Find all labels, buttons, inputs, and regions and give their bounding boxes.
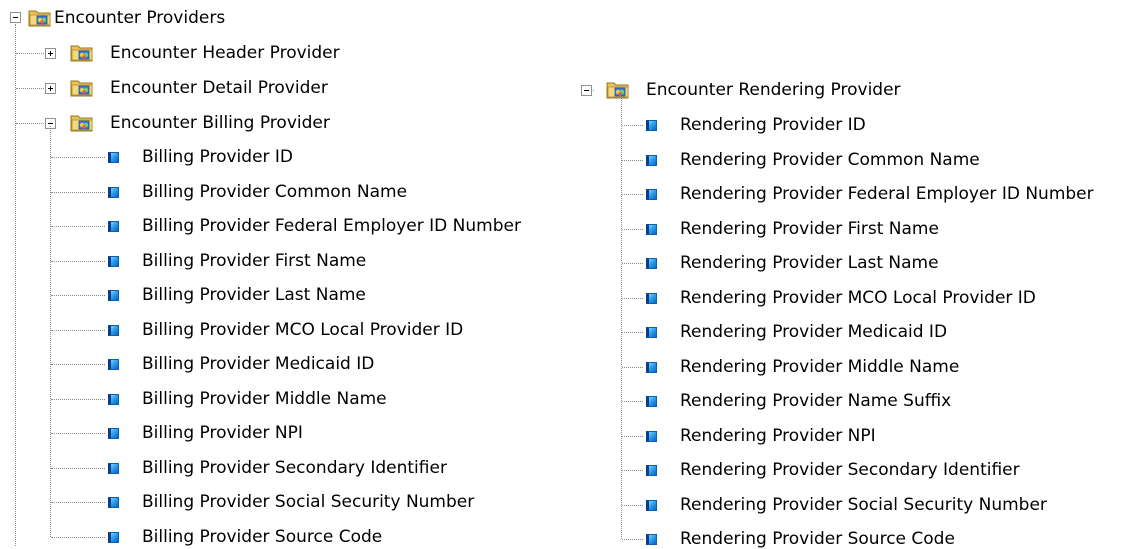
field-icon xyxy=(108,187,119,198)
tree-leaf-billing-7[interactable]: Billing Provider Middle Name xyxy=(142,389,387,409)
field-icon xyxy=(646,327,657,338)
root-expander[interactable] xyxy=(10,12,21,23)
tree-leaf-rendering-7[interactable]: Rendering Provider Middle Name xyxy=(680,357,959,377)
field-icon xyxy=(646,465,657,476)
folder-icon xyxy=(70,78,94,97)
field-icon xyxy=(646,224,657,235)
field-icon xyxy=(108,256,119,267)
field-icon xyxy=(108,359,119,370)
field-icon xyxy=(646,396,657,407)
field-icon xyxy=(108,463,119,474)
field-icon xyxy=(108,428,119,439)
rendering-expander[interactable] xyxy=(581,85,592,96)
tree-leaf-rendering-4[interactable]: Rendering Provider Last Name xyxy=(680,253,939,273)
field-icon xyxy=(108,497,119,508)
field-icon xyxy=(646,431,657,442)
field-icon xyxy=(108,152,119,163)
tree-leaf-rendering-12[interactable]: Rendering Provider Source Code xyxy=(680,529,955,549)
folder-icon xyxy=(28,8,52,27)
tree-leaf-billing-4[interactable]: Billing Provider Last Name xyxy=(142,285,366,305)
field-icon xyxy=(646,258,657,269)
tree-node-encounter-providers[interactable]: Encounter Providers xyxy=(54,8,225,28)
tree-leaf-billing-2[interactable]: Billing Provider Federal Employer ID Num… xyxy=(142,216,521,236)
field-icon xyxy=(108,325,119,336)
folder-icon xyxy=(606,80,630,99)
expander-1[interactable] xyxy=(45,83,56,94)
tree-leaf-rendering-1[interactable]: Rendering Provider Common Name xyxy=(680,150,980,170)
tree-leaf-billing-0[interactable]: Billing Provider ID xyxy=(142,147,293,167)
tree-node-encounter-rendering-provider[interactable]: Encounter Rendering Provider xyxy=(646,80,901,100)
tree-leaf-rendering-10[interactable]: Rendering Provider Secondary Identifier xyxy=(680,460,1020,480)
field-icon xyxy=(646,155,657,166)
field-icon xyxy=(108,532,119,543)
tree-node-encounter-header-provider[interactable]: Encounter Header Provider xyxy=(110,43,340,63)
field-icon xyxy=(646,362,657,373)
tree-leaf-billing-9[interactable]: Billing Provider Secondary Identifier xyxy=(142,458,447,478)
tree-leaf-rendering-5[interactable]: Rendering Provider MCO Local Provider ID xyxy=(680,288,1036,308)
tree-node-encounter-billing-provider[interactable]: Encounter Billing Provider xyxy=(110,113,330,133)
tree-leaf-rendering-0[interactable]: Rendering Provider ID xyxy=(680,115,866,135)
tree-leaf-billing-10[interactable]: Billing Provider Social Security Number xyxy=(142,492,474,512)
tree-leaf-rendering-9[interactable]: Rendering Provider NPI xyxy=(680,426,876,446)
field-icon xyxy=(646,189,657,200)
field-icon xyxy=(646,534,657,545)
tree-leaf-rendering-11[interactable]: Rendering Provider Social Security Numbe… xyxy=(680,495,1047,515)
field-icon xyxy=(108,221,119,232)
tree-leaf-billing-6[interactable]: Billing Provider Medicaid ID xyxy=(142,354,374,374)
tree-leaf-rendering-2[interactable]: Rendering Provider Federal Employer ID N… xyxy=(680,184,1094,204)
tree-leaf-rendering-3[interactable]: Rendering Provider First Name xyxy=(680,219,939,239)
folder-icon xyxy=(70,43,94,62)
tree-leaf-billing-3[interactable]: Billing Provider First Name xyxy=(142,251,366,271)
tree-leaf-billing-11[interactable]: Billing Provider Source Code xyxy=(142,527,382,547)
field-icon xyxy=(646,500,657,511)
tree-leaf-billing-8[interactable]: Billing Provider NPI xyxy=(142,423,303,443)
expander-0[interactable] xyxy=(45,48,56,59)
field-icon xyxy=(646,120,657,131)
tree-leaf-billing-1[interactable]: Billing Provider Common Name xyxy=(142,182,407,202)
field-icon xyxy=(108,290,119,301)
tree-leaf-billing-5[interactable]: Billing Provider MCO Local Provider ID xyxy=(142,320,463,340)
field-icon xyxy=(108,394,119,405)
folder-icon xyxy=(70,113,94,132)
tree-node-encounter-detail-provider[interactable]: Encounter Detail Provider xyxy=(110,78,328,98)
tree-leaf-rendering-6[interactable]: Rendering Provider Medicaid ID xyxy=(680,322,947,342)
field-icon xyxy=(646,293,657,304)
tree-leaf-rendering-8[interactable]: Rendering Provider Name Suffix xyxy=(680,391,951,411)
